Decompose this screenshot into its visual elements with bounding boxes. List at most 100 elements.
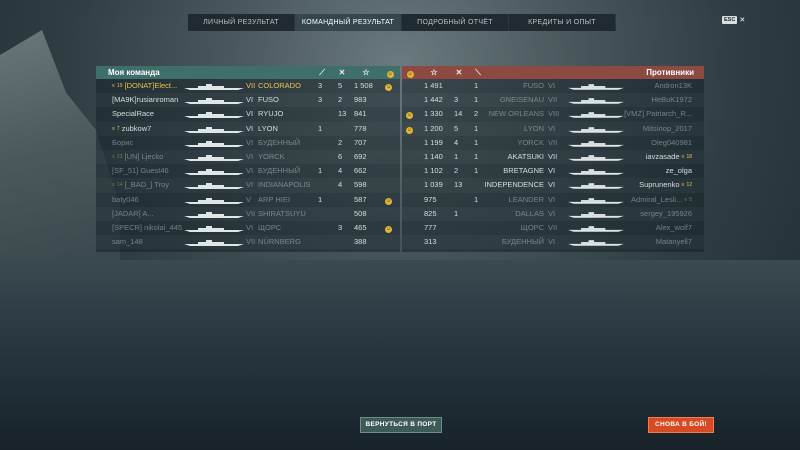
star-icon: ☆ xyxy=(430,68,438,77)
my-team-row[interactable]: [SPECR] nikolai_445 VI ЩОРС 3 465 ☺ xyxy=(96,221,400,235)
ship-tier: VII xyxy=(246,237,256,247)
torpedo-hits: 1 xyxy=(474,137,479,147)
enemy-team-row[interactable]: 1 039 13 INDEPENDENCE VI Suprunenko ≡ 12 xyxy=(402,178,704,192)
torpedo-hits: 3 xyxy=(318,95,323,105)
enemy-team-header: ☺ ☆ ✕ ⟍ Противники xyxy=(402,66,704,79)
ship-name: FUSO xyxy=(523,81,544,90)
my-team-row[interactable]: [JADAR] A... VII SHIRATSUYU 508 xyxy=(96,207,400,221)
my-team-row[interactable]: ≡ 7 zubkow7 VI LYON 1 778 xyxy=(96,122,400,136)
my-team-row[interactable]: ≡ 14 [_BAD_] Troy VI INDIANAPOLIS 4 598 xyxy=(96,178,400,192)
enemy-team-row[interactable]: 975 1 LEANDER VI Admiral_Lesli... ≡ 5 xyxy=(402,193,704,207)
ship-name: ЩОРС xyxy=(258,222,282,232)
enemy-team-row[interactable]: 1 491 1 FUSO VI Andron13K xyxy=(402,79,704,93)
ship-name: GNEISENAU xyxy=(499,95,544,105)
my-team-title: Моя команда xyxy=(108,68,160,77)
enemy-team-row[interactable]: ☺ 1 200 5 1 LYON VI Mitsiлор_2017 xyxy=(402,122,704,136)
ship-name: YORCK xyxy=(258,151,285,161)
enemy-team-title: Противники xyxy=(646,68,694,77)
enemy-team-row[interactable]: ☺ 1 330 14 2 NEW ORLEANS VIII [VMZ] Patriarch_… xyxy=(402,107,704,121)
enemy-team-row[interactable]: 313 БУДЕННЫЙ VI Matanyell7 xyxy=(402,235,704,249)
ship-silhouette-icon xyxy=(568,168,624,175)
rank-level: 5 xyxy=(689,196,692,203)
enemy-team-row[interactable]: 1 442 3 1 GNEISENAU VII HeBuK1972 xyxy=(402,93,704,107)
rank-icon: ≡ xyxy=(684,196,688,203)
ship-silhouette-icon xyxy=(184,225,244,232)
kills: 5 xyxy=(338,81,343,90)
my-team-row[interactable]: ≡ 23 [UN] Ljecko VI YORCK 6 692 xyxy=(96,150,400,164)
ship-tier: VI xyxy=(246,123,254,133)
player-name: [SPECR] nikolai_445 xyxy=(112,222,183,232)
base-experience: 692 xyxy=(354,151,367,161)
kills: 13 xyxy=(338,109,347,119)
kills: 2 xyxy=(338,95,343,105)
base-experience: 707 xyxy=(354,137,367,147)
my-team-row[interactable]: sam_148 VII NÜRNBERG 388 xyxy=(96,235,400,249)
smile-icon: ☺ xyxy=(406,126,413,134)
enemy-team-row[interactable]: 777 ЩОРС VII Alex_wolf7 xyxy=(402,221,704,235)
torpedo-hits: 2 xyxy=(474,109,479,119)
tab-bar: ЛИЧНЫЙ РЕЗУЛЬТАТ КОМАНДНЫЙ РЕЗУЛЬТАТ ПОД… xyxy=(188,14,616,31)
smile-icon: ☺ xyxy=(406,112,413,120)
player-name: HeBuK1972 xyxy=(651,95,692,105)
rank-level: 23 xyxy=(116,153,123,160)
ship-tier: VI xyxy=(246,180,254,190)
enemy-team-row[interactable]: 1 199 4 1 YORCK VII Oleg040981 xyxy=(402,136,704,150)
enemy-team-row[interactable]: 1 140 1 1 AKATSUKI VII iavzasade ≡ 18 xyxy=(402,150,704,164)
ship-silhouette-icon xyxy=(568,239,624,246)
player-name: [VMZ] Patriarch_R... xyxy=(624,109,692,119)
kills-icon: ✕ xyxy=(338,68,346,77)
enemy-team-row[interactable]: 1 102 2 1 BRETAGNE VI ze_olga xyxy=(402,164,704,178)
ship-tier: VI xyxy=(548,166,556,176)
player-name: [SF_51] Guest46 xyxy=(112,166,169,176)
ship-name: LYON xyxy=(258,123,278,133)
player-name: [_BAD_] Troy xyxy=(124,180,170,190)
base-experience: 465 xyxy=(354,222,367,232)
base-experience: 1 102 xyxy=(424,166,443,176)
base-experience: 1 491 xyxy=(424,81,443,90)
player-name: Suprunenko xyxy=(639,180,680,190)
ship-tier: VI xyxy=(548,237,556,247)
tab-detailed-report[interactable]: ПОДРОБНЫЙ ОТЧЁТ xyxy=(402,14,509,31)
kills: 4 xyxy=(454,137,459,147)
base-experience: 1 508 xyxy=(354,81,373,90)
torpedo-hits: 1 xyxy=(474,194,479,204)
kills: 2 xyxy=(454,166,459,176)
player-name: Борис xyxy=(112,137,134,147)
base-experience: 388 xyxy=(354,237,367,247)
return-to-port-button[interactable]: ВЕРНУТЬСЯ В ПОРТ xyxy=(360,417,442,433)
torpedo-hits: 1 xyxy=(474,95,479,105)
battle-again-button[interactable]: СНОВА В БОЙ! xyxy=(648,417,714,433)
enemy-team-rows: 1 491 1 FUSO VI Andron13K 1 442 3 1 GNEISENAU VII… xyxy=(402,79,704,249)
my-team-rows: ≡ 19 [DONAT]Elect... VII COLORADO 3 5 1 508 ☺ [MA… xyxy=(96,79,400,249)
ship-name: COLORADO xyxy=(258,81,301,90)
ship-silhouette-icon xyxy=(568,83,624,90)
my-team-header: Моя команда ⟋ ✕ ☆ ☺ xyxy=(96,66,400,79)
my-team-row[interactable]: ≡ 19 [DONAT]Elect... VII COLORADO 3 5 1 508 ☺ xyxy=(96,79,400,93)
base-experience: 777 xyxy=(424,222,437,232)
enemy-team-row[interactable]: 825 1 DALLAS VI sergey_195926 xyxy=(402,207,704,221)
kills: 4 xyxy=(338,166,343,176)
enemy-team-panel: ☺ ☆ ✕ ⟍ Противники 1 491 1 FUSO VI Andron13K… xyxy=(402,66,704,252)
ship-tier: VI xyxy=(548,81,556,90)
my-team-row[interactable]: baty046 V ARP HIEI 1 587 ☺ xyxy=(96,193,400,207)
star-icon: ☆ xyxy=(362,68,370,77)
ship-tier: VI xyxy=(246,137,254,147)
torpedo-hits: 1 xyxy=(474,166,479,176)
ship-tier: VI xyxy=(548,194,556,204)
esc-close-button[interactable]: ESC ✕ xyxy=(722,16,745,24)
tab-personal-result[interactable]: ЛИЧНЫЙ РЕЗУЛЬТАТ xyxy=(188,14,295,31)
ship-tier: VI xyxy=(246,95,254,105)
ship-tier: VI xyxy=(548,123,556,133)
tab-team-result[interactable]: КОМАНДНЫЙ РЕЗУЛЬТАТ xyxy=(295,14,402,31)
my-team-row[interactable]: [SF_51] Guest46 VI БУДЕННЫЙ 1 4 662 xyxy=(96,164,400,178)
base-experience: 1 330 xyxy=(424,109,443,119)
ship-tier: VI xyxy=(246,166,254,176)
kills: 14 xyxy=(454,109,463,119)
my-team-row[interactable]: [MA9K]rusianroman VI FUSO 3 2 983 xyxy=(96,93,400,107)
my-team-row[interactable]: Борис VI БУДЕННЫЙ 2 707 xyxy=(96,136,400,150)
ship-name: INDIANAPOLIS xyxy=(258,180,311,190)
my-team-row[interactable]: SpecialRace VI RYUJO 13 841 xyxy=(96,107,400,121)
base-experience: 1 199 xyxy=(424,137,443,147)
tab-credits-xp[interactable]: КРЕДИТЫ И ОПЫТ xyxy=(509,14,616,31)
ship-name: БУДЕННЫЙ xyxy=(258,137,301,147)
